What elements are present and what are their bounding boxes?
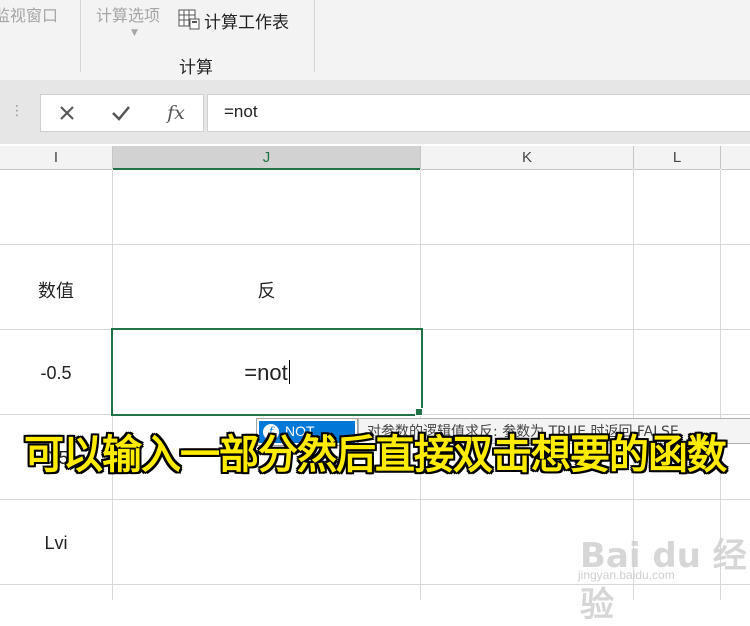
ribbon: 监视窗口 计算选项 ▼ 计算工作表 计算 xyxy=(0,0,750,80)
formula-buttons: fx xyxy=(40,94,204,132)
active-cell-value: =not xyxy=(244,360,288,385)
cell-i-header[interactable]: 数值 xyxy=(0,277,112,303)
check-icon xyxy=(112,106,130,121)
watch-window-button[interactable]: 监视窗口 xyxy=(0,2,58,26)
calc-sheet-icon[interactable] xyxy=(178,8,200,30)
grid-line xyxy=(0,499,750,500)
grid-line xyxy=(0,244,750,245)
column-header-j[interactable]: J xyxy=(113,146,420,170)
watermark-url: jingyan.baidu.com xyxy=(578,568,675,582)
ribbon-group-label: 计算 xyxy=(179,58,213,78)
formula-value: =not xyxy=(224,102,258,121)
fx-icon: fx xyxy=(167,102,185,124)
chevron-down-icon[interactable]: ▼ xyxy=(131,28,138,38)
cell-i-value[interactable]: -0.5 xyxy=(0,363,112,384)
column-header-l[interactable]: L xyxy=(634,146,720,170)
header-divider xyxy=(720,146,721,169)
cell-i-value[interactable]: Lvi xyxy=(0,533,112,554)
cell-j-header[interactable]: 反 xyxy=(113,277,420,303)
column-header-i[interactable]: I xyxy=(0,146,112,170)
ribbon-divider xyxy=(314,0,315,72)
cancel-button[interactable] xyxy=(47,95,87,131)
active-cell[interactable]: =not xyxy=(111,328,423,416)
calc-options-button[interactable]: 计算选项 xyxy=(96,2,160,26)
drag-handle-icon[interactable]: ⋮ xyxy=(10,103,24,119)
insert-function-button[interactable]: fx xyxy=(156,95,196,131)
fill-handle[interactable] xyxy=(415,408,423,416)
enter-button[interactable] xyxy=(101,95,141,131)
column-header-k[interactable]: K xyxy=(421,146,633,170)
ribbon-divider xyxy=(80,0,81,72)
formula-input[interactable]: =not xyxy=(207,94,750,132)
header-divider xyxy=(420,146,421,169)
close-icon xyxy=(60,106,74,120)
column-header-m[interactable] xyxy=(721,146,750,170)
text-caret xyxy=(288,360,290,384)
header-divider xyxy=(633,146,634,169)
tutorial-caption: 可以输入一部分然后直接双击想要的函数 xyxy=(24,432,727,478)
header-divider xyxy=(112,146,113,169)
calc-sheet-button[interactable]: 计算工作表 xyxy=(204,8,289,33)
